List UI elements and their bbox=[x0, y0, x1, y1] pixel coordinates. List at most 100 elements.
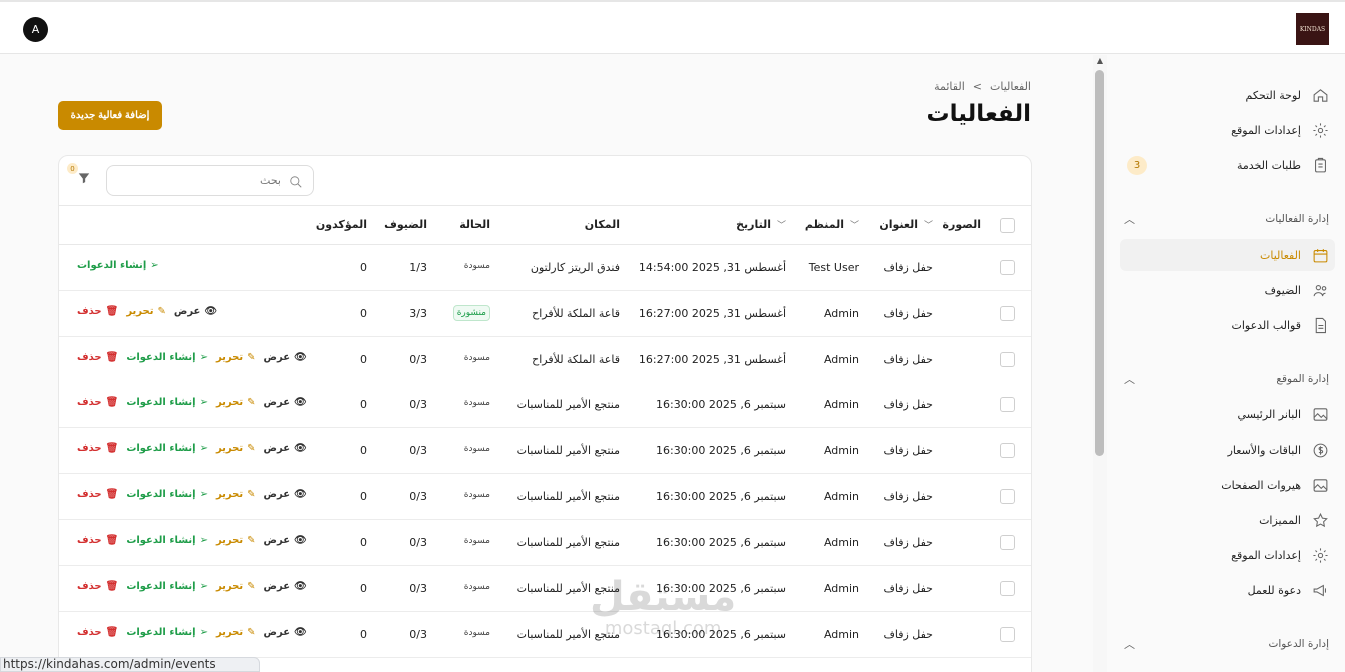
row-checkbox[interactable] bbox=[1000, 489, 1015, 504]
delete-action-button[interactable]: حذف 🗑 bbox=[77, 535, 118, 546]
invite-action-button[interactable]: إنشاء الدعوات ➢ bbox=[126, 397, 208, 408]
view-action-button[interactable]: عرض 👁 bbox=[264, 581, 307, 592]
row-checkbox[interactable] bbox=[1000, 535, 1015, 550]
edit-action-button[interactable]: تحرير ✎ bbox=[216, 627, 256, 638]
column-header-image: الصورة bbox=[942, 218, 981, 231]
status-badge: مسودة bbox=[463, 444, 490, 454]
sidebar-item[interactable]: لوحة التحكم bbox=[1120, 79, 1335, 111]
invite-icon: ➢ bbox=[199, 489, 208, 500]
edit-action-button[interactable]: تحرير ✎ bbox=[216, 581, 256, 592]
edit-action-button[interactable]: تحرير ✎ bbox=[216, 397, 256, 408]
invite-action-button[interactable]: إنشاء الدعوات ➢ bbox=[126, 581, 208, 592]
delete-action-button[interactable]: حذف 🗑 bbox=[77, 627, 118, 638]
delete-action-button[interactable]: حذف 🗑 bbox=[77, 397, 118, 408]
row-checkbox[interactable] bbox=[1000, 397, 1015, 412]
invite-action-button[interactable]: إنشاء الدعوات ➢ bbox=[126, 352, 208, 363]
brand-logo[interactable]: KINDAS bbox=[1296, 13, 1329, 45]
column-header-organizer[interactable]: المنظم ﹀ bbox=[805, 218, 859, 231]
sidebar-item[interactable]: دعوة للعمل bbox=[1120, 574, 1335, 606]
breadcrumb-separator-icon: < bbox=[972, 80, 982, 93]
delete-action-label: حذف bbox=[77, 581, 102, 592]
view-action-button[interactable]: عرض 👁 bbox=[264, 535, 307, 546]
clipboard-icon bbox=[1311, 156, 1329, 174]
main-scrollbar-thumb[interactable] bbox=[1095, 70, 1104, 456]
row-checkbox[interactable] bbox=[1000, 627, 1015, 642]
user-avatar[interactable]: A bbox=[23, 17, 48, 42]
edit-action-button[interactable]: تحرير ✎ bbox=[126, 306, 166, 317]
delete-action-button[interactable]: حذف 🗑 bbox=[77, 581, 118, 592]
cell-organizer: Admin bbox=[823, 353, 859, 366]
sidebar-item[interactable]: قوالب الدعوات bbox=[1120, 309, 1335, 341]
sidebar-item[interactable]: البانر الرئيسي bbox=[1120, 398, 1335, 430]
table-row: حفل زفاف Admin سبتمبر 6, 2025 16:30:00 منتج… bbox=[59, 428, 1031, 474]
view-action-button[interactable]: عرض 👁 bbox=[264, 443, 307, 454]
view-action-label: عرض bbox=[263, 581, 291, 592]
cell-guests: 0/3 bbox=[409, 353, 427, 366]
sidebar-item[interactable]: إعدادات الموقع bbox=[1120, 114, 1335, 146]
edit-action-button[interactable]: تحرير ✎ bbox=[216, 352, 256, 363]
row-checkbox[interactable] bbox=[1000, 443, 1015, 458]
sidebar-group-title: إدارة الدعوات bbox=[1268, 638, 1329, 650]
edit-action-button[interactable]: تحرير ✎ bbox=[216, 489, 256, 500]
home-icon bbox=[1311, 86, 1329, 104]
invite-action-button[interactable]: إنشاء الدعوات ➢ bbox=[126, 535, 208, 546]
sidebar-group-header[interactable]: ﹀ إدارة الموقع bbox=[1124, 367, 1329, 391]
select-all-checkbox[interactable] bbox=[1000, 218, 1015, 233]
sidebar-group-header[interactable]: ﹀ إدارة الفعاليات bbox=[1124, 207, 1329, 231]
view-action-button[interactable]: عرض 👁 bbox=[174, 306, 217, 317]
invite-action-button[interactable]: إنشاء الدعوات ➢ bbox=[126, 443, 208, 454]
column-header-title[interactable]: العنوان ﹀ bbox=[879, 218, 933, 231]
search-input[interactable] bbox=[107, 166, 287, 195]
status-badge: مسودة bbox=[463, 261, 490, 271]
brand-logo-text: KINDAS bbox=[1299, 25, 1326, 33]
sidebar-group-header[interactable]: ﹀ إدارة الدعوات bbox=[1124, 632, 1329, 656]
sidebar-item[interactable]: الباقات والأسعار bbox=[1120, 434, 1335, 466]
column-header-date[interactable]: التاريخ ﹀ bbox=[736, 218, 786, 231]
image-icon bbox=[1311, 405, 1329, 423]
add-event-button[interactable]: إضافة فعالية جديدة bbox=[58, 101, 162, 130]
row-checkbox[interactable] bbox=[1000, 306, 1015, 321]
breadcrumb-parent[interactable]: الفعاليات bbox=[990, 80, 1031, 93]
cell-confirmed: 0 bbox=[360, 398, 367, 411]
view-action-button[interactable]: عرض 👁 bbox=[264, 352, 307, 363]
sidebar-item[interactable]: الفعاليات bbox=[1120, 239, 1335, 271]
sidebar-item-label: الضيوف bbox=[1264, 283, 1301, 297]
delete-icon: 🗑 bbox=[105, 489, 119, 500]
status-badge: مسودة bbox=[463, 628, 490, 638]
sidebar-item[interactable]: إعدادات الموقع bbox=[1120, 539, 1335, 571]
view-action-button[interactable]: عرض 👁 bbox=[264, 489, 307, 500]
sidebar-item[interactable]: هيروات الصفحات bbox=[1120, 469, 1335, 501]
row-checkbox[interactable] bbox=[1000, 581, 1015, 596]
delete-action-button[interactable]: حذف 🗑 bbox=[77, 443, 118, 454]
cell-title: حفل زفاف bbox=[883, 536, 933, 549]
delete-action-button[interactable]: حذف 🗑 bbox=[77, 306, 118, 317]
delete-action-label: حذف bbox=[77, 397, 102, 408]
sort-chevron-icon: ﹀ bbox=[776, 221, 786, 231]
invite-action-button[interactable]: إنشاء الدعوات ➢ bbox=[126, 627, 208, 638]
view-action-button[interactable]: عرض 👁 bbox=[264, 397, 307, 408]
row-checkbox[interactable] bbox=[1000, 260, 1015, 275]
invite-action-label: إنشاء الدعوات bbox=[77, 260, 147, 271]
invite-action-button[interactable]: إنشاء الدعوات ➢ bbox=[126, 489, 208, 500]
cell-organizer: Admin bbox=[823, 444, 859, 457]
delete-action-button[interactable]: حذف 🗑 bbox=[77, 352, 118, 363]
invite-action-button[interactable]: إنشاء الدعوات ➢ bbox=[77, 260, 159, 271]
delete-action-button[interactable]: حذف 🗑 bbox=[77, 489, 118, 500]
row-checkbox[interactable] bbox=[1000, 352, 1015, 367]
cell-title: حفل زفاف bbox=[883, 490, 933, 503]
cell-date: سبتمبر 6, 2025 16:30:00 bbox=[655, 490, 786, 503]
sidebar-item[interactable]: المميزات bbox=[1120, 504, 1335, 536]
scroll-up-arrow-icon[interactable]: ▲ bbox=[1095, 56, 1105, 65]
sidebar-item[interactable]: الضيوف bbox=[1120, 274, 1335, 306]
delete-icon: 🗑 bbox=[105, 535, 119, 546]
edit-action-button[interactable]: تحرير ✎ bbox=[216, 535, 256, 546]
search-box[interactable] bbox=[106, 165, 314, 196]
view-action-button[interactable]: عرض 👁 bbox=[264, 627, 307, 638]
filter-button[interactable] bbox=[77, 170, 95, 188]
delete-action-label: حذف bbox=[77, 352, 102, 363]
sidebar-item[interactable]: طلبات الخدمة 3 bbox=[1120, 149, 1335, 181]
edit-action-button[interactable]: تحرير ✎ bbox=[216, 443, 256, 454]
cell-organizer: Admin bbox=[823, 628, 859, 641]
edit-icon: ✎ bbox=[247, 581, 256, 592]
cell-title: حفل زفاف bbox=[883, 261, 933, 274]
